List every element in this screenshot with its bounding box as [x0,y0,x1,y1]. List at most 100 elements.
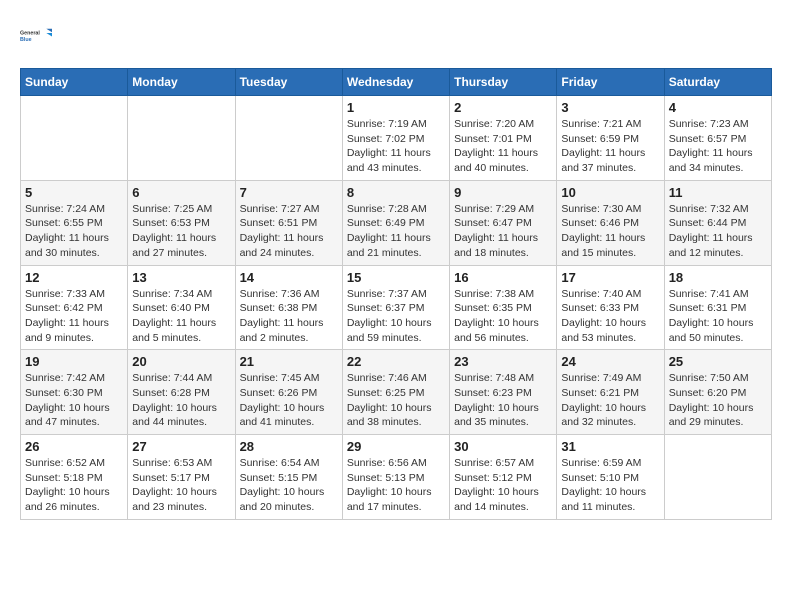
calendar-cell: 26 Sunrise: 6:52 AM Sunset: 5:18 PM Dayli… [21,435,128,520]
day-number: 25 [669,354,767,369]
weekday-header-sunday: Sunday [21,69,128,96]
calendar-cell: 9 Sunrise: 7:29 AM Sunset: 6:47 PM Daylig… [450,180,557,265]
day-number: 14 [240,270,338,285]
calendar-cell: 10 Sunrise: 7:30 AM Sunset: 6:46 PM Dayli… [557,180,664,265]
day-info: Sunrise: 6:54 AM Sunset: 5:15 PM Dayligh… [240,456,338,515]
day-number: 12 [25,270,123,285]
day-number: 29 [347,439,445,454]
day-number: 21 [240,354,338,369]
day-info: Sunrise: 7:41 AM Sunset: 6:31 PM Dayligh… [669,287,767,346]
calendar-cell: 28Sunrise: 6:54 AM Sunset: 5:15 PM Dayli… [235,435,342,520]
calendar-cell: 19 Sunrise: 7:42 AM Sunset: 6:30 PM Dayli… [21,350,128,435]
calendar-cell: 13 Sunrise: 7:34 AM Sunset: 6:40 PM Dayli… [128,265,235,350]
calendar-week-1: 1 Sunrise: 7:19 AM Sunset: 7:02 PM Daylig… [21,96,772,181]
calendar-cell: 12 Sunrise: 7:33 AM Sunset: 6:42 PM Dayli… [21,265,128,350]
day-number: 27 [132,439,230,454]
day-info: Sunrise: 7:30 AM Sunset: 6:46 PM Dayligh… [561,202,659,261]
weekday-header-saturday: Saturday [664,69,771,96]
day-number: 1 [347,100,445,115]
day-info: Sunrise: 7:27 AM Sunset: 6:51 PM Dayligh… [240,202,338,261]
logo-icon: General Blue [20,20,52,52]
calendar-cell: 14 Sunrise: 7:36 AM Sunset: 6:38 PM Dayli… [235,265,342,350]
day-info: Sunrise: 7:34 AM Sunset: 6:40 PM Dayligh… [132,287,230,346]
day-number: 4 [669,100,767,115]
calendar-cell: 15 Sunrise: 7:37 AM Sunset: 6:37 PM Dayli… [342,265,449,350]
day-number: 8 [347,185,445,200]
calendar-cell: 20Sunrise: 7:44 AM Sunset: 6:28 PM Dayli… [128,350,235,435]
calendar-table: SundayMondayTuesdayWednesdayThursdayFrid… [20,68,772,520]
calendar-cell: 1 Sunrise: 7:19 AM Sunset: 7:02 PM Daylig… [342,96,449,181]
weekday-header-thursday: Thursday [450,69,557,96]
day-number: 23 [454,354,552,369]
calendar-cell: 30Sunrise: 6:57 AM Sunset: 5:12 PM Dayli… [450,435,557,520]
day-number: 10 [561,185,659,200]
day-number: 20 [132,354,230,369]
weekday-header-wednesday: Wednesday [342,69,449,96]
day-number: 31 [561,439,659,454]
day-number: 19 [25,354,123,369]
calendar-cell: 22Sunrise: 7:46 AM Sunset: 6:25 PM Dayli… [342,350,449,435]
day-number: 5 [25,185,123,200]
calendar-week-4: 19 Sunrise: 7:42 AM Sunset: 6:30 PM Dayli… [21,350,772,435]
day-info: Sunrise: 7:19 AM Sunset: 7:02 PM Dayligh… [347,117,445,176]
day-info: Sunrise: 7:28 AM Sunset: 6:49 PM Dayligh… [347,202,445,261]
day-number: 3 [561,100,659,115]
day-number: 9 [454,185,552,200]
day-info: Sunrise: 6:59 AM Sunset: 5:10 PM Dayligh… [561,456,659,515]
day-number: 13 [132,270,230,285]
day-info: Sunrise: 7:49 AM Sunset: 6:21 PM Dayligh… [561,371,659,430]
calendar-cell [235,96,342,181]
day-info: Sunrise: 7:29 AM Sunset: 6:47 PM Dayligh… [454,202,552,261]
calendar-cell: 8 Sunrise: 7:28 AM Sunset: 6:49 PM Daylig… [342,180,449,265]
day-info: Sunrise: 7:24 AM Sunset: 6:55 PM Dayligh… [25,202,123,261]
weekday-header-friday: Friday [557,69,664,96]
calendar-cell: 25 Sunrise: 7:50 AM Sunset: 6:20 PM Dayli… [664,350,771,435]
calendar-cell: 16Sunrise: 7:38 AM Sunset: 6:35 PM Dayli… [450,265,557,350]
day-info: Sunrise: 7:45 AM Sunset: 6:26 PM Dayligh… [240,371,338,430]
calendar-cell: 31 Sunrise: 6:59 AM Sunset: 5:10 PM Dayli… [557,435,664,520]
day-number: 17 [561,270,659,285]
day-info: Sunrise: 6:52 AM Sunset: 5:18 PM Dayligh… [25,456,123,515]
calendar-cell: 29 Sunrise: 6:56 AM Sunset: 5:13 PM Dayli… [342,435,449,520]
calendar-cell: 3 Sunrise: 7:21 AM Sunset: 6:59 PM Daylig… [557,96,664,181]
day-info: Sunrise: 7:40 AM Sunset: 6:33 PM Dayligh… [561,287,659,346]
weekday-header-tuesday: Tuesday [235,69,342,96]
day-info: Sunrise: 7:21 AM Sunset: 6:59 PM Dayligh… [561,117,659,176]
day-info: Sunrise: 7:42 AM Sunset: 6:30 PM Dayligh… [25,371,123,430]
svg-text:General: General [20,30,40,36]
day-number: 7 [240,185,338,200]
calendar-cell: 4 Sunrise: 7:23 AM Sunset: 6:57 PM Daylig… [664,96,771,181]
calendar-cell: 21 Sunrise: 7:45 AM Sunset: 6:26 PM Dayli… [235,350,342,435]
day-number: 15 [347,270,445,285]
day-info: Sunrise: 7:37 AM Sunset: 6:37 PM Dayligh… [347,287,445,346]
day-info: Sunrise: 7:50 AM Sunset: 6:20 PM Dayligh… [669,371,767,430]
day-number: 2 [454,100,552,115]
day-info: Sunrise: 7:23 AM Sunset: 6:57 PM Dayligh… [669,117,767,176]
calendar-cell: 11Sunrise: 7:32 AM Sunset: 6:44 PM Dayli… [664,180,771,265]
day-info: Sunrise: 7:48 AM Sunset: 6:23 PM Dayligh… [454,371,552,430]
calendar-cell: 17 Sunrise: 7:40 AM Sunset: 6:33 PM Dayli… [557,265,664,350]
calendar-week-2: 5 Sunrise: 7:24 AM Sunset: 6:55 PM Daylig… [21,180,772,265]
calendar-cell: 7 Sunrise: 7:27 AM Sunset: 6:51 PM Daylig… [235,180,342,265]
day-info: Sunrise: 6:56 AM Sunset: 5:13 PM Dayligh… [347,456,445,515]
weekday-header-monday: Monday [128,69,235,96]
calendar-cell [21,96,128,181]
day-number: 6 [132,185,230,200]
calendar-cell: 24 Sunrise: 7:49 AM Sunset: 6:21 PM Dayli… [557,350,664,435]
calendar-cell [128,96,235,181]
page-header: General Blue [20,20,772,52]
day-number: 22 [347,354,445,369]
weekday-header-row: SundayMondayTuesdayWednesdayThursdayFrid… [21,69,772,96]
day-number: 24 [561,354,659,369]
day-number: 16 [454,270,552,285]
day-info: Sunrise: 7:33 AM Sunset: 6:42 PM Dayligh… [25,287,123,346]
calendar-cell: 23 Sunrise: 7:48 AM Sunset: 6:23 PM Dayli… [450,350,557,435]
day-info: Sunrise: 7:36 AM Sunset: 6:38 PM Dayligh… [240,287,338,346]
logo: General Blue [20,20,56,52]
day-info: Sunrise: 6:53 AM Sunset: 5:17 PM Dayligh… [132,456,230,515]
calendar-week-5: 26 Sunrise: 6:52 AM Sunset: 5:18 PM Dayli… [21,435,772,520]
day-number: 11 [669,185,767,200]
calendar-cell: 27 Sunrise: 6:53 AM Sunset: 5:17 PM Dayli… [128,435,235,520]
day-info: Sunrise: 7:20 AM Sunset: 7:01 PM Dayligh… [454,117,552,176]
day-number: 26 [25,439,123,454]
